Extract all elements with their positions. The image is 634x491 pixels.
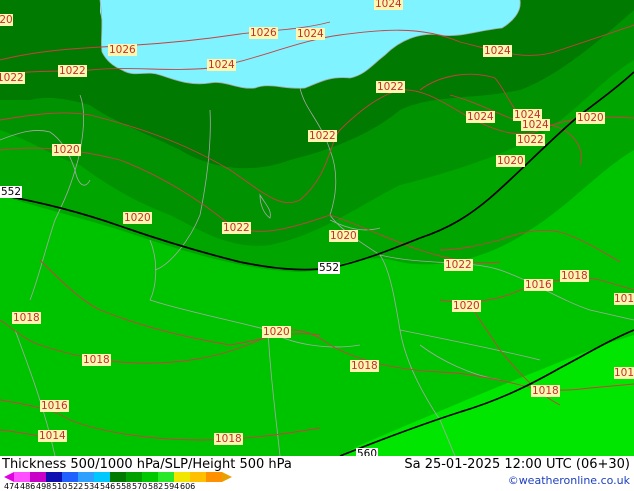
isobar-label: 1020 [52, 144, 81, 156]
isobar-label: 1022 [444, 259, 473, 271]
isobar-label: 1026 [249, 27, 278, 39]
isobar-label: 1020 [452, 300, 481, 312]
colorbar-right-arrow [222, 472, 232, 482]
isobar-label: 1020 [576, 112, 605, 124]
colorbar-swatch [126, 472, 142, 482]
thickness-label: 552 [0, 186, 23, 198]
isobar-label: 1016 [40, 400, 69, 412]
isobar-label: 1020 [0, 14, 13, 26]
isobar-label: 1020 [329, 230, 358, 242]
isobar-label: 1018 [350, 360, 379, 372]
isobar-label: 1022 [0, 72, 25, 84]
isobar-label: 1026 [108, 44, 137, 56]
colorbar-swatch [110, 472, 126, 482]
isobar-label: 1020 [262, 326, 291, 338]
colorbar-swatch [62, 472, 78, 482]
isobar-label: 1024 [521, 119, 550, 131]
isobar-label: 1024 [483, 45, 512, 57]
isobar-label: 1018 [560, 270, 589, 282]
colorbar-swatch [14, 472, 30, 482]
isobar-label: 1018 [214, 433, 243, 445]
colorbar-swatch [190, 472, 206, 482]
isobar-label: 1018 [82, 354, 111, 366]
isobar-label: 1024 [466, 111, 495, 123]
colorbar-swatch [94, 472, 110, 482]
colorbar-swatch [174, 472, 190, 482]
isobar-label: 1018 [614, 367, 634, 379]
isobar-label: 1022 [58, 65, 87, 77]
isobar-label: 1024 [207, 59, 236, 71]
isobar-label: 1018 [12, 312, 41, 324]
map-title: Thickness 500/1000 hPa/SLP/Height 500 hP… [2, 457, 292, 472]
credit-link[interactable]: ©weatheronline.co.uk [508, 474, 630, 487]
isobar-label: 1020 [123, 212, 152, 224]
isobar-label: 1018 [531, 385, 560, 397]
colorbar-swatch [46, 472, 62, 482]
colorbar-swatch [158, 472, 174, 482]
colorbar-swatch [30, 472, 46, 482]
isobar-label: 1014 [38, 430, 67, 442]
isobar-label: 1024 [296, 28, 325, 40]
isobar-label: 1016 [524, 279, 553, 291]
isobar-label: 1020 [496, 155, 525, 167]
colorbar-swatch [142, 472, 158, 482]
colorbar-swatch [206, 472, 222, 482]
isobar-label: 1024 [374, 0, 403, 10]
colorbar [14, 472, 222, 482]
colorbar-swatch [78, 472, 94, 482]
isobar-label: 1022 [308, 130, 337, 142]
colorbar-left-arrow [4, 472, 14, 482]
weather-map: 1024 1026 1026 1024 1022 1024 1022 1024 … [0, 0, 634, 456]
thickness-label: 552 [318, 262, 341, 274]
valid-datetime: Sa 25-01-2025 12:00 UTC (06+30) [404, 457, 630, 472]
isobar-label: 1022 [376, 81, 405, 93]
isobar-label: 1022 [222, 222, 251, 234]
isobar-label: 1022 [516, 134, 545, 146]
thickness-label: 560 [356, 448, 379, 456]
isobar-label: 1016 [614, 293, 634, 305]
legend-footer: Thickness 500/1000 hPa/SLP/Height 500 hP… [0, 456, 634, 491]
